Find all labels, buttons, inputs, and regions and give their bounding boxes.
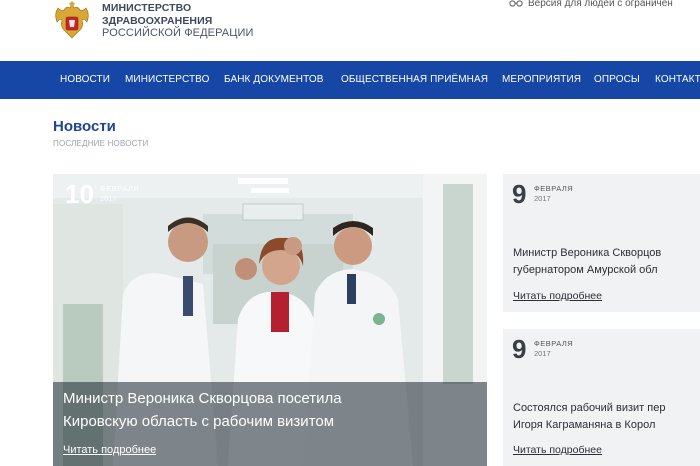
nav-item-polls[interactable]: ОПРОСЫ <box>594 61 640 99</box>
section-title: Новости <box>53 118 116 135</box>
card-date-month: ФЕВРАЛЯ <box>534 184 574 193</box>
ministry-name-line2: ЗДРАВООХРАНЕНИЯ <box>102 14 213 27</box>
ministry-name-line1: МИНИСТЕРСТВО <box>102 2 192 14</box>
featured-news-title[interactable]: Министр Вероника Скворцова посетила Киро… <box>63 387 483 433</box>
news-card[interactable]: 9 ФЕВРАЛЯ 2017 Министр Вероника Скворцов… <box>503 174 700 312</box>
featured-read-more-link[interactable]: Читать подробнее <box>63 444 156 456</box>
nav-item-public-reception[interactable]: ОБЩЕСТВЕННАЯ ПРИЁМНАЯ <box>341 61 488 99</box>
card-title-line2: губернатором Амурской обл <box>513 264 658 276</box>
card-news-title[interactable]: Министр Вероника Скворцов губернатором А… <box>513 245 700 279</box>
card-date-day: 9 <box>512 179 527 209</box>
site-header: МИНИСТЕРСТВО ЗДРАВООХРАНЕНИЯ РОССИЙСКОЙ … <box>0 0 700 61</box>
card-date-month: ФЕВРАЛЯ <box>534 339 574 348</box>
card-date-day: 9 <box>512 334 527 364</box>
news-card[interactable]: 9 ФЕВРАЛЯ 2017 Состоялся рабочий визит п… <box>503 329 700 466</box>
card-date-year: 2017 <box>534 349 551 358</box>
card-read-more-link[interactable]: Читать подробнее <box>513 444 602 456</box>
nav-item-news[interactable]: НОВОСТИ <box>60 61 110 99</box>
accessibility-version-link[interactable]: Версия для людей с ограничен <box>509 0 673 9</box>
card-read-more-link[interactable]: Читать подробнее <box>513 290 602 302</box>
featured-date-day: 10 <box>65 179 94 209</box>
featured-date-year: 2017 <box>100 194 117 203</box>
ministry-name-line3: РОССИЙСКОЙ ФЕДЕРАЦИИ <box>102 27 254 39</box>
featured-news-card[interactable]: 10 ФЕВРАЛЯ 2017 Министр Вероника Скворцо… <box>53 174 487 466</box>
featured-title-line1: Министр Вероника Скворцова посетила <box>63 390 342 407</box>
ministry-name[interactable]: МИНИСТЕРСТВО ЗДРАВООХРАНЕНИЯ РОССИЙСКОЙ … <box>102 2 253 40</box>
card-title-line1: Министр Вероника Скворцов <box>513 247 662 259</box>
section-subtitle: ПОСЛЕДНИЕ НОВОСТИ <box>53 139 149 148</box>
nav-item-events[interactable]: МЕРОПРИЯТИЯ <box>502 61 581 99</box>
coat-of-arms-emblem-icon[interactable] <box>52 0 92 42</box>
featured-date-month: ФЕВРАЛЯ <box>100 184 140 193</box>
card-date-year: 2017 <box>534 194 551 203</box>
glasses-icon <box>509 0 523 8</box>
nav-item-ministry[interactable]: МИНИСТЕРСТВО <box>125 61 209 99</box>
card-news-title[interactable]: Состоялся рабочий визит пер Игоря Каграм… <box>513 400 700 434</box>
card-title-line1: Состоялся рабочий визит пер <box>513 402 666 414</box>
featured-title-line2: Кировскую область с рабочим визитом <box>63 413 335 430</box>
card-title-line2: Игоря Каграманяна в Корол <box>513 419 656 431</box>
main-navigation: НОВОСТИ МИНИСТЕРСТВО БАНК ДОКУМЕНТОВ ОБЩ… <box>0 61 700 99</box>
nav-item-documents[interactable]: БАНК ДОКУМЕНТОВ <box>224 61 324 99</box>
accessibility-label: Версия для людей с ограничен <box>528 0 673 9</box>
nav-item-contacts[interactable]: КОНТАКТ <box>655 61 700 99</box>
